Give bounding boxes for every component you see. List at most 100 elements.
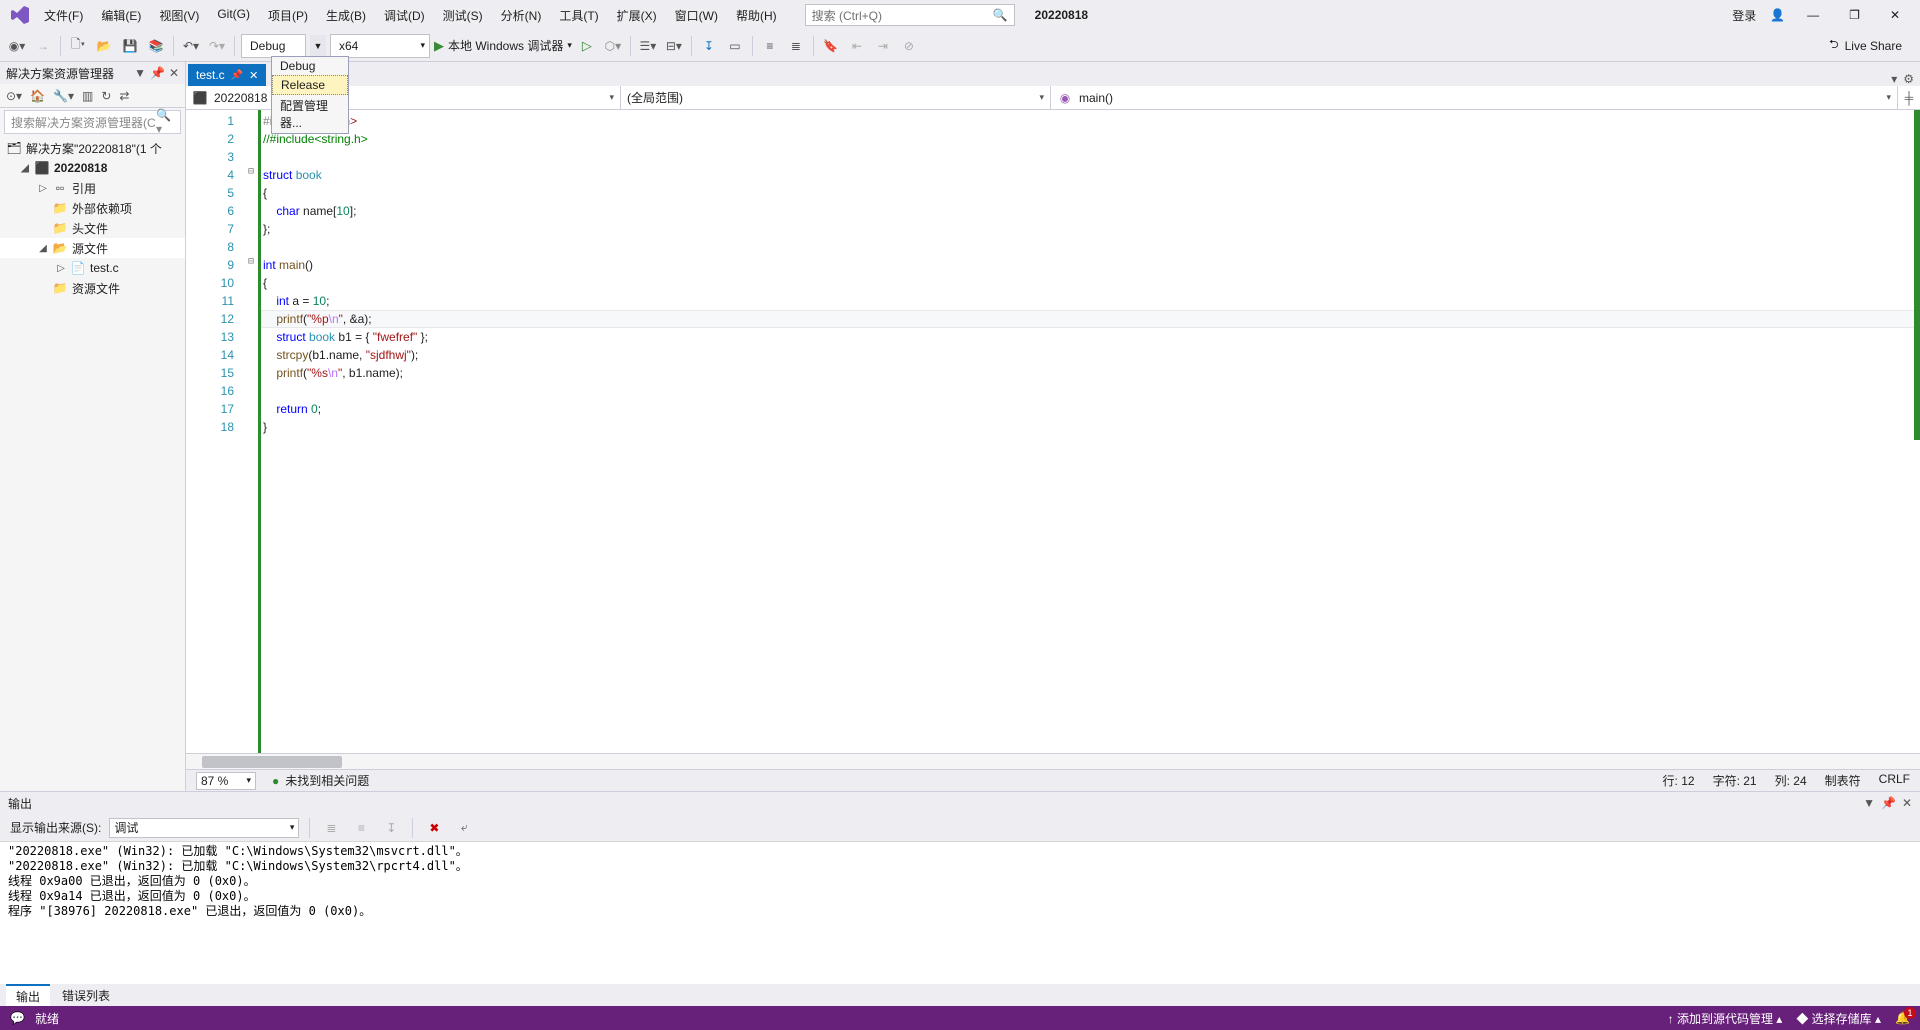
config-option-release[interactable]: Release (272, 75, 348, 95)
tabstrip-settings-icon[interactable]: ⚙ (1903, 72, 1914, 86)
tree-resources[interactable]: 📁资源文件 (0, 278, 185, 298)
output-tab[interactable]: 输出 (6, 984, 50, 1007)
output-dropdown-icon[interactable]: ▼ (1863, 796, 1875, 810)
zoom-combo[interactable]: 87 %▾ (196, 772, 256, 790)
error-list-tab[interactable]: 错误列表 (52, 985, 120, 1006)
config-combo[interactable]: Debug (241, 34, 306, 58)
toolbar-btn-10[interactable]: ⇥ (872, 35, 894, 57)
nav-project-combo[interactable]: ⬛20220818▾ (186, 86, 621, 109)
output-source-combo[interactable]: 调试▾ (109, 818, 299, 838)
toolbar-btn-5[interactable]: ▭ (724, 35, 746, 57)
toolbar-btn-1[interactable]: ⬡▾ (602, 35, 624, 57)
output-close-icon[interactable]: ✕ (1902, 796, 1912, 810)
menu-2[interactable]: 视图(V) (151, 3, 207, 28)
save-all-button[interactable]: 📚 (145, 35, 167, 57)
sol-tool-3[interactable]: ▥ (82, 89, 93, 103)
toolbar-btn-4[interactable]: ↧ (698, 35, 720, 57)
output-pin-icon[interactable]: 📌 (1881, 796, 1896, 810)
solpane-close-icon[interactable]: ✕ (169, 66, 179, 80)
menu-4[interactable]: 项目(P) (260, 3, 316, 28)
toolbar-btn-3[interactable]: ⊟▾ (663, 35, 685, 57)
repo-button[interactable]: ◆ 选择存储库 ▴ (1796, 1010, 1881, 1027)
split-editor-button[interactable]: ╪ (1898, 86, 1920, 109)
solution-search-input[interactable]: 搜索解决方案资源管理器(Ctrl+;) 🔍▾ (4, 110, 181, 134)
menu-9[interactable]: 工具(T) (551, 3, 606, 28)
tab-label: test.c (196, 68, 225, 82)
sol-tool-1[interactable]: ⊙▾ (6, 89, 22, 103)
solpane-pin-icon[interactable]: 📌 (150, 66, 165, 80)
toolbar-btn-9[interactable]: ⇤ (846, 35, 868, 57)
tabs-label[interactable]: 制表符 (1825, 772, 1861, 789)
menu-7[interactable]: 测试(S) (435, 3, 491, 28)
sol-tool-4[interactable]: ⇄ (119, 89, 129, 103)
tab-pin-icon[interactable]: 📌 (231, 70, 243, 81)
code-editor[interactable]: #include<stdio.h>//#include<string.h>str… (258, 110, 1920, 753)
undo-button[interactable]: ↶▾ (180, 35, 202, 57)
editor-hscrollbar[interactable] (186, 753, 1920, 769)
liveshare-button[interactable]: ⮌ Live Share (1829, 35, 1914, 56)
new-project-button[interactable]: 🗋▾ (67, 35, 89, 57)
back-button[interactable]: ◉▾ (6, 35, 28, 57)
menu-8[interactable]: 分析(N) (493, 3, 550, 28)
notifications-button[interactable]: 🔔1 (1895, 1011, 1910, 1025)
sol-refresh-icon[interactable]: ↻ (101, 89, 111, 103)
no-issues-label[interactable]: ●未找到相关问题 (272, 772, 369, 789)
config-option-debug[interactable]: Debug (272, 57, 348, 75)
login-link[interactable]: 登录 (1732, 7, 1756, 24)
config-manager-option[interactable]: 配置管理器... (272, 95, 348, 133)
maximize-button[interactable]: ❐ (1841, 4, 1868, 26)
menu-0[interactable]: 文件(F) (36, 3, 91, 28)
close-button[interactable]: ✕ (1882, 4, 1908, 26)
menu-3[interactable]: Git(G) (209, 3, 258, 28)
forward-button[interactable]: → (32, 35, 54, 57)
minimize-button[interactable]: — (1799, 4, 1827, 26)
tree-external-deps[interactable]: 📁外部依赖项 (0, 198, 185, 218)
menu-11[interactable]: 窗口(W) (667, 3, 726, 28)
menu-5[interactable]: 生成(B) (318, 3, 374, 28)
tabstrip-dropdown-icon[interactable]: ▾ (1891, 72, 1897, 86)
tree-headers[interactable]: 📁头文件 (0, 218, 185, 238)
start-nodebug-button[interactable]: ▷ (576, 35, 598, 57)
tree-project[interactable]: ◢⬛20220818 (0, 158, 185, 178)
toolbar-btn-7[interactable]: ≣ (785, 35, 807, 57)
tree-references[interactable]: ▷▫▫引用 (0, 178, 185, 198)
user-icon[interactable]: 👤 (1770, 8, 1785, 22)
config-value: Debug (250, 39, 285, 53)
output-tool-1[interactable]: ≣ (320, 817, 342, 839)
toolbar-btn-6[interactable]: ≡ (759, 35, 781, 57)
status-feedback-icon[interactable]: 💬 (10, 1011, 25, 1025)
tab-close-icon[interactable]: ✕ (249, 69, 258, 82)
output-clear-button[interactable]: ✖ (423, 817, 445, 839)
start-debug-button[interactable]: ▶ 本地 Windows 调试器 ▾ (434, 37, 572, 54)
menu-10[interactable]: 扩展(X) (609, 3, 665, 28)
src-ctrl-button[interactable]: ↑ 添加到源代码管理 ▴ (1668, 1010, 1783, 1027)
fold-gutter[interactable]: ⊟⊟ (244, 110, 258, 753)
save-button[interactable]: 💾 (119, 35, 141, 57)
redo-button[interactable]: ↷▾ (206, 35, 228, 57)
menu-6[interactable]: 调试(D) (376, 3, 433, 28)
menu-12[interactable]: 帮助(H) (728, 3, 785, 28)
toolbar-btn-8[interactable]: 🔖 (820, 35, 842, 57)
sol-tool-2[interactable]: 🔧▾ (53, 89, 74, 103)
output-tool-3[interactable]: ↧ (380, 817, 402, 839)
nav-scope-combo[interactable]: (全局范围)▾ (621, 86, 1051, 109)
toolbar-btn-11[interactable]: ⊘ (898, 35, 920, 57)
solpane-dropdown-icon[interactable]: ▼ (134, 66, 146, 80)
output-title: 输出 (8, 795, 32, 812)
tree-file-test-c[interactable]: ▷📄test.c (0, 258, 185, 278)
nav-member-combo[interactable]: ◉main()▾ (1051, 86, 1898, 109)
quick-search-input[interactable]: 搜索 (Ctrl+Q) 🔍 (805, 4, 1015, 26)
editor-tab-test-c[interactable]: test.c 📌 ✕ (188, 64, 266, 86)
output-tool-2[interactable]: ≡ (350, 817, 372, 839)
toolbar-btn-2[interactable]: ☰▾ (637, 35, 659, 57)
crlf-label[interactable]: CRLF (1879, 772, 1910, 789)
tree-solution-root[interactable]: 🗂解决方案"20220818"(1 个 (0, 138, 185, 158)
sol-home-icon[interactable]: 🏠 (30, 89, 45, 103)
output-text[interactable]: "20220818.exe" (Win32): 已加载 "C:\Windows\… (0, 842, 1920, 984)
menu-1[interactable]: 编辑(E) (93, 3, 149, 28)
config-dropdown-arrow[interactable]: ▼ (310, 35, 326, 57)
platform-combo[interactable]: x64 ▾ (330, 34, 430, 58)
output-wrap-button[interactable]: ⤶ (453, 817, 475, 839)
open-button[interactable]: 📂 (93, 35, 115, 57)
tree-sources[interactable]: ◢📂源文件 (0, 238, 185, 258)
